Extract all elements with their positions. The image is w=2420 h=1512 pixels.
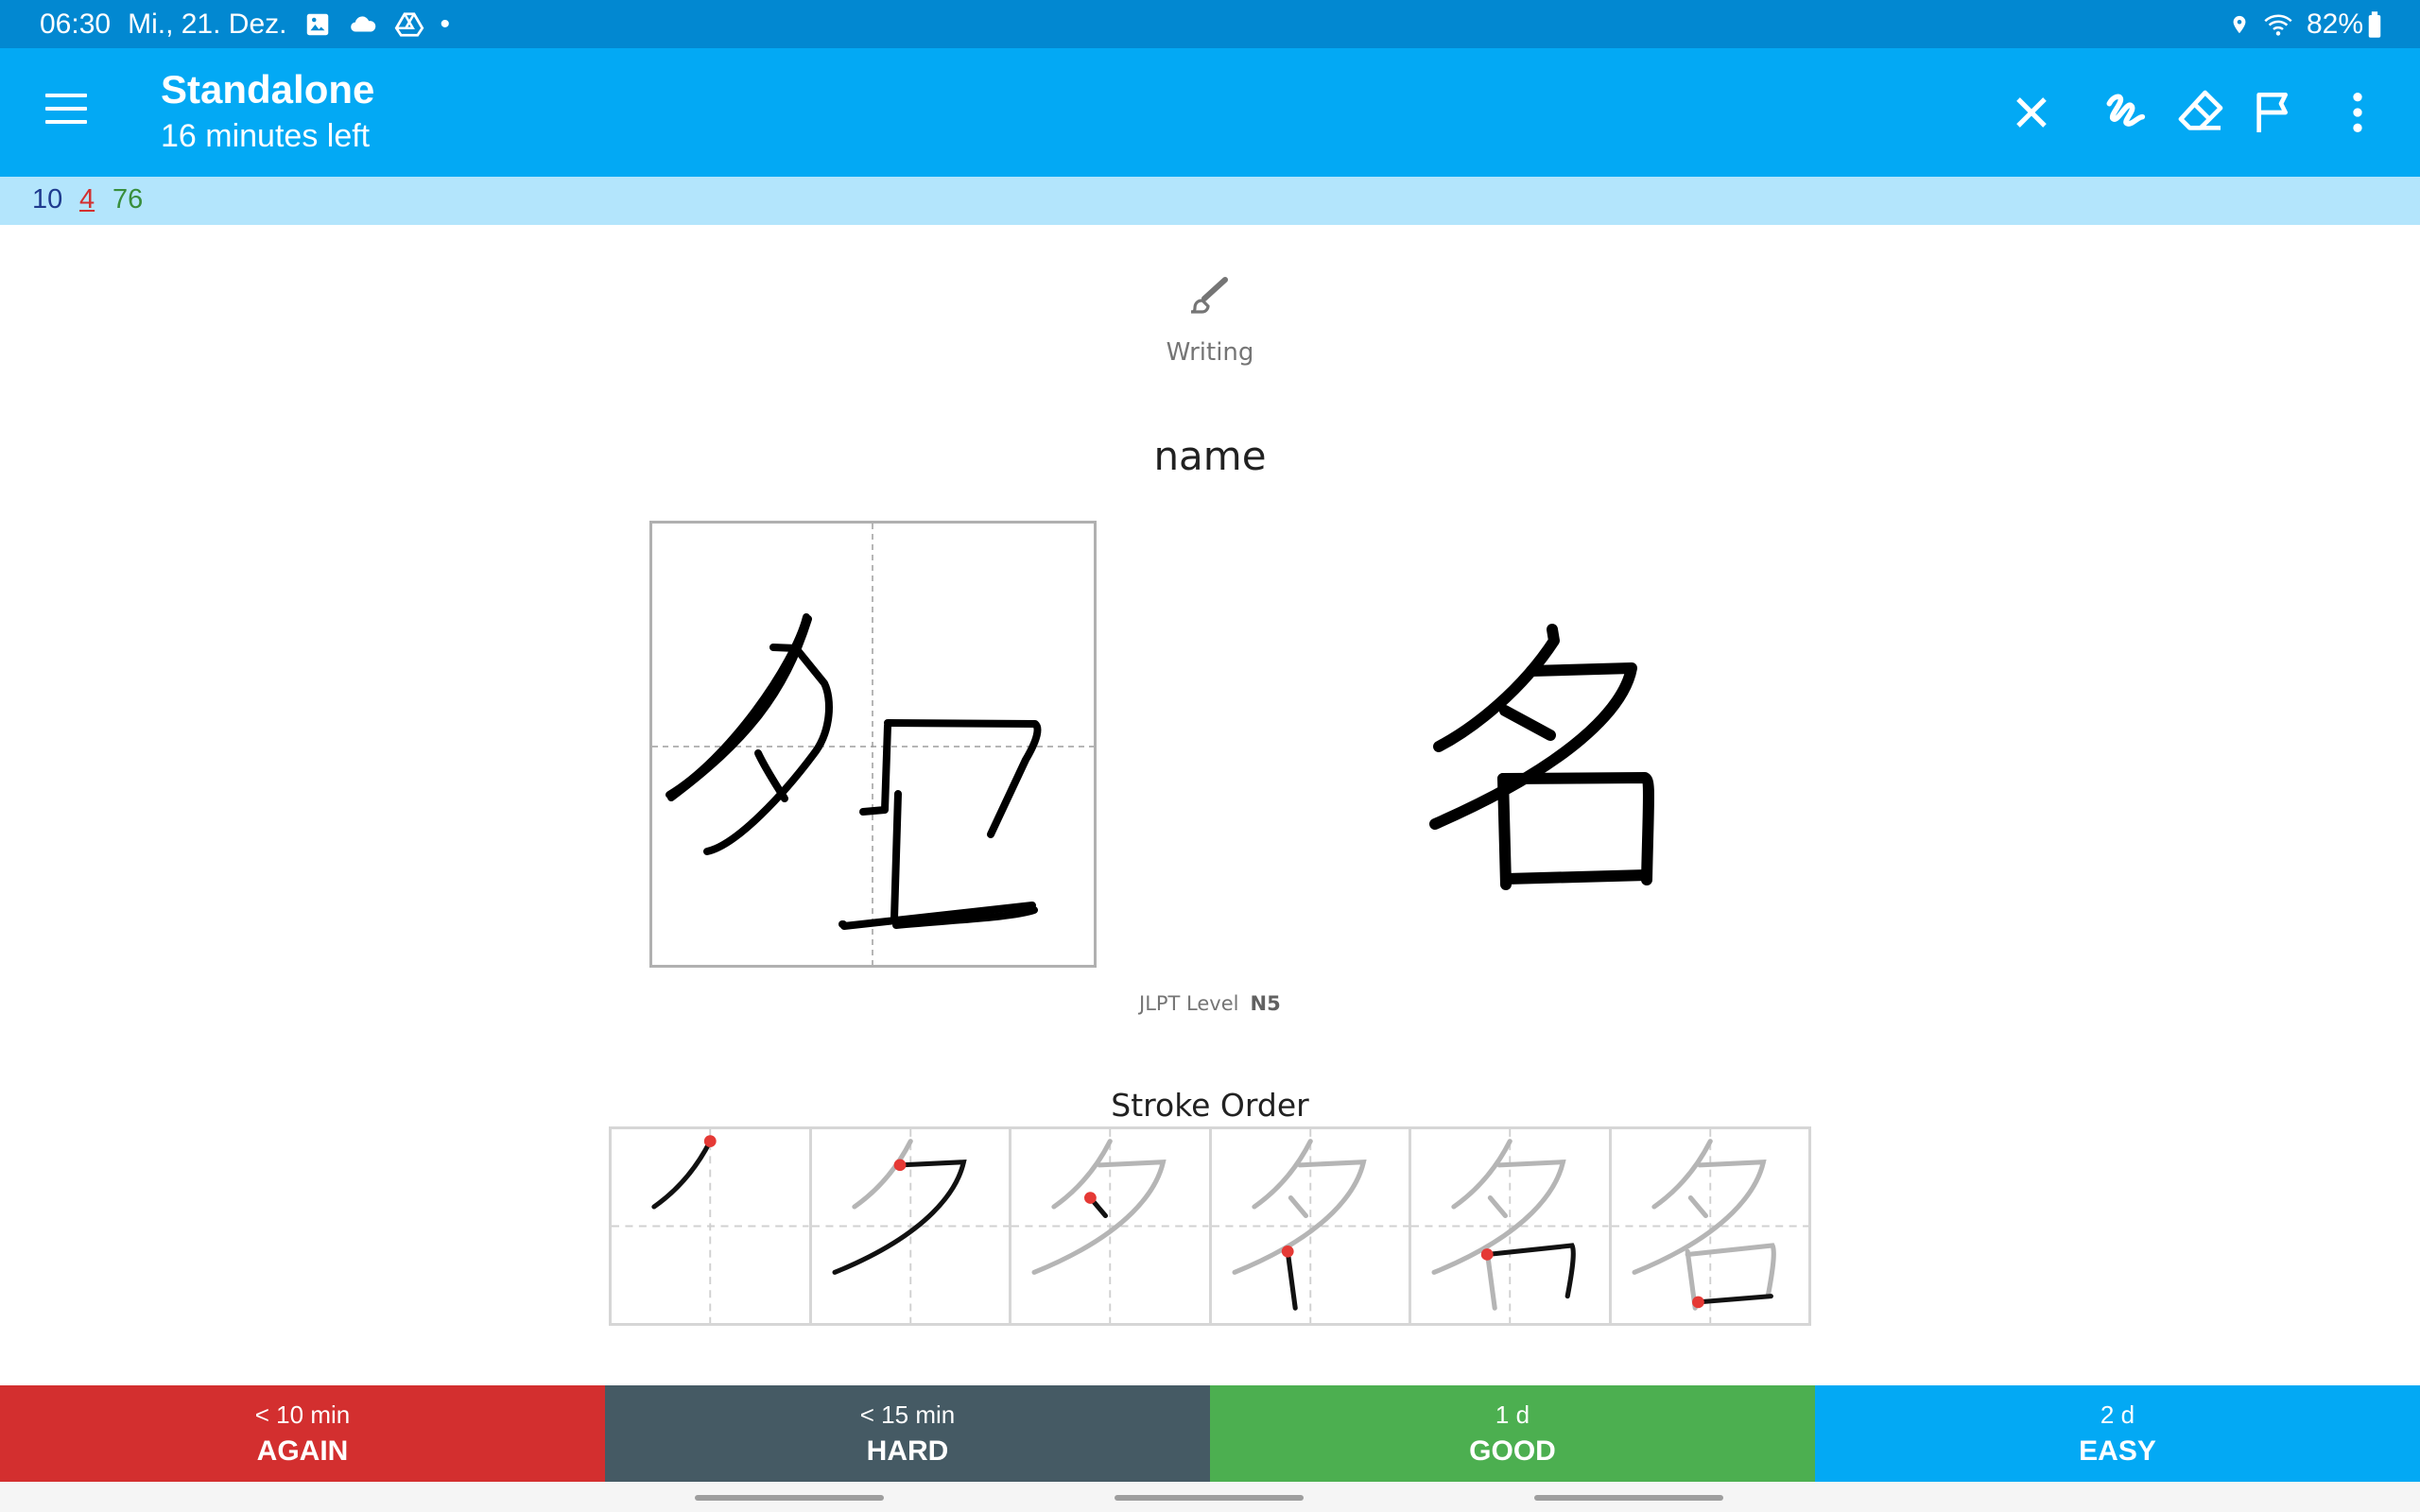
brush-icon	[1190, 277, 1228, 314]
navigation-bar	[0, 1482, 2420, 1512]
answer-kanji	[1429, 624, 1654, 890]
stroke-step-5	[1411, 1129, 1612, 1323]
wifi-icon	[2264, 14, 2292, 36]
status-time: 06:30	[40, 8, 112, 40]
review-count: 76	[112, 184, 144, 215]
prompt-word: name	[1153, 433, 1267, 479]
more-options-icon[interactable]	[2331, 86, 2384, 139]
hard-label: HARD	[866, 1435, 949, 1467]
jlpt-value: N5	[1250, 992, 1281, 1015]
user-handwriting	[666, 613, 1042, 930]
eraser-icon[interactable]	[2174, 86, 2227, 139]
answer-buttons: < 10 min AGAIN < 15 min HARD 1 d GOOD 2 …	[0, 1385, 2420, 1482]
whiteboard-icon[interactable]	[2100, 86, 2153, 139]
menu-icon[interactable]	[45, 94, 87, 131]
easy-button[interactable]: 2 d EASY	[1815, 1385, 2420, 1482]
status-date: Mi., 21. Dez.	[128, 8, 287, 40]
stroke-order-diagram	[609, 1126, 1811, 1326]
jlpt-level: JLPT Level N5	[1139, 992, 1281, 1015]
close-icon[interactable]	[2005, 86, 2058, 139]
good-label: GOOD	[1469, 1435, 1556, 1467]
nav-handle-left[interactable]	[695, 1495, 884, 1501]
stroke-order-title: Stroke Order	[1111, 1087, 1309, 1124]
stroke-step-6	[1611, 1129, 1808, 1323]
again-button[interactable]: < 10 min AGAIN	[0, 1385, 605, 1482]
status-dot: •	[440, 8, 450, 40]
image-icon	[307, 13, 329, 35]
easy-interval: 2 d	[2100, 1400, 2135, 1429]
nav-handle-center[interactable]	[1115, 1495, 1304, 1501]
card-type-label: Writing	[1166, 338, 1254, 367]
time-left-subtitle: 16 minutes left	[161, 118, 371, 154]
drive-icon	[395, 11, 424, 37]
hard-button[interactable]: < 15 min HARD	[605, 1385, 1210, 1482]
status-bar: 06:30 Mi., 21. Dez. • 82%	[0, 0, 2420, 48]
good-button[interactable]: 1 d GOOD	[1210, 1385, 1815, 1482]
location-icon	[2233, 15, 2246, 33]
again-label: AGAIN	[256, 1435, 349, 1467]
hard-interval: < 15 min	[859, 1400, 956, 1429]
learning-count: 4	[79, 184, 95, 215]
stroke-step-4	[1211, 1129, 1411, 1323]
nav-handle-right[interactable]	[1534, 1495, 1723, 1501]
new-count: 10	[32, 184, 63, 215]
cloud-icon	[351, 15, 376, 32]
stroke-step-1	[612, 1129, 812, 1323]
deck-title: Standalone	[161, 67, 375, 112]
app-bar: Standalone 16 minutes left	[0, 48, 2420, 177]
easy-label: EASY	[2079, 1435, 2156, 1467]
good-interval: 1 d	[1495, 1400, 1530, 1429]
drawing-canvas[interactable]	[649, 521, 1097, 968]
card-counts-bar: 10 4 76	[0, 177, 2420, 225]
flag-icon[interactable]	[2248, 86, 2301, 139]
jlpt-label: JLPT Level	[1139, 992, 1239, 1015]
stroke-step-3	[1011, 1129, 1212, 1323]
battery-percent: 82%	[2306, 8, 2363, 40]
battery-icon	[2368, 10, 2381, 38]
stroke-step-2	[811, 1129, 1011, 1323]
again-interval: < 10 min	[254, 1400, 351, 1429]
